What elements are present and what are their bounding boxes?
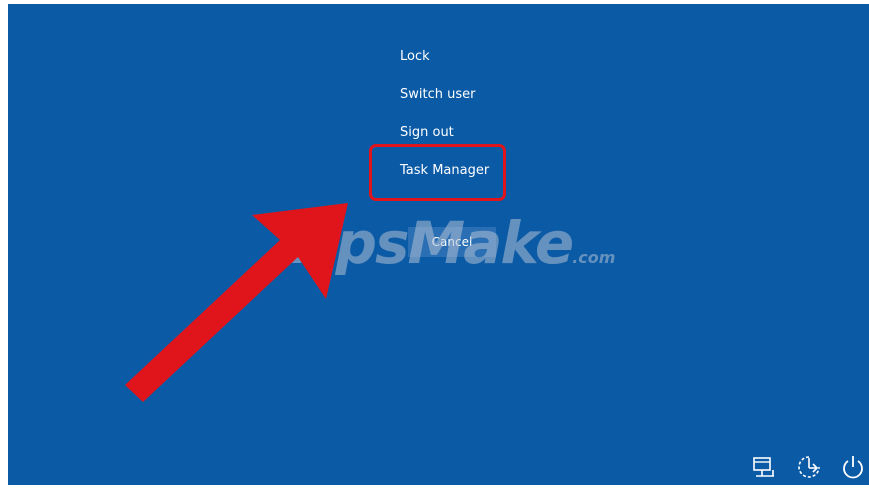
menu-item-sign-out[interactable]: Sign out bbox=[400, 125, 454, 141]
watermark-suffix: .com bbox=[572, 248, 616, 267]
power-icon[interactable] bbox=[839, 453, 867, 481]
menu-item-lock[interactable]: Lock bbox=[400, 49, 430, 65]
cancel-button[interactable]: Cancel bbox=[408, 227, 496, 257]
ease-of-access-icon[interactable] bbox=[795, 453, 823, 481]
network-icon[interactable] bbox=[751, 453, 779, 481]
ctrl-alt-del-screen: Lock Switch user Sign out Task Manager C… bbox=[8, 4, 869, 485]
menu-item-switch-user[interactable]: Switch user bbox=[400, 87, 475, 103]
task-manager-highlight-box bbox=[369, 144, 506, 201]
